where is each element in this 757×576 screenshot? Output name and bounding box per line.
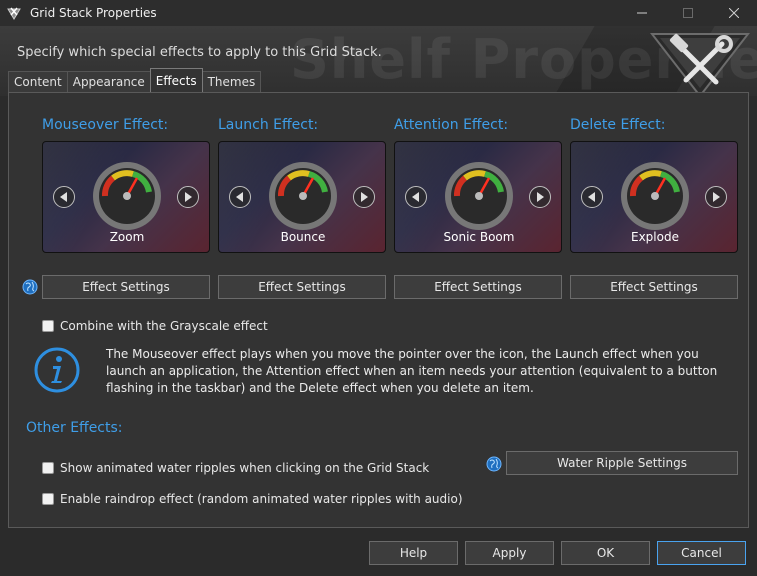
tab-themes[interactable]: Themes (201, 71, 262, 92)
delete-effect-value: Explode (631, 230, 679, 244)
raindrop-label: Enable raindrop effect (random animated … (60, 492, 463, 506)
attention-effect-label: Attention Effect: (394, 117, 509, 133)
cancel-button[interactable]: Cancel (657, 541, 746, 565)
mouseover-effect-label: Mouseover Effect: (42, 117, 169, 133)
launch-prev-button[interactable] (229, 186, 251, 208)
chevron-left-icon (60, 192, 67, 202)
tab-effects[interactable]: Effects (149, 68, 203, 92)
mouseover-prev-button[interactable] (53, 186, 75, 208)
delete-effect-preview[interactable]: Explode (570, 141, 738, 253)
dialog-footer: Help Apply OK Cancel (0, 532, 757, 576)
maximize-icon (683, 8, 693, 18)
help-button[interactable]: Help (369, 541, 458, 565)
grayscale-label: Combine with the Grayscale effect (60, 319, 268, 333)
mouseover-next-button[interactable] (177, 186, 199, 208)
minimize-button[interactable] (619, 0, 665, 26)
other-effects-heading: Other Effects: (26, 420, 123, 436)
tab-strip: Content Appearance Effects Themes (8, 68, 262, 92)
close-icon (729, 8, 739, 18)
tab-appearance[interactable]: Appearance (66, 71, 151, 92)
chevron-right-icon (713, 192, 720, 202)
water-ripples-option[interactable]: Show animated water ripples when clickin… (42, 461, 429, 475)
chevron-right-icon (361, 192, 368, 202)
mouseover-effect-settings-button[interactable]: Effect Settings (42, 275, 210, 299)
attention-effect-value: Sonic Boom (443, 230, 515, 244)
delete-effect-settings-button[interactable]: Effect Settings (570, 275, 738, 299)
globe-icon[interactable] (22, 279, 38, 295)
info-icon (33, 346, 81, 394)
raindrop-checkbox[interactable] (42, 493, 54, 505)
attention-next-button[interactable] (529, 186, 551, 208)
grayscale-option[interactable]: Combine with the Grayscale effect (42, 319, 268, 333)
effects-panel: Mouseover Effect: Zoom Launch Effect: Bo… (8, 92, 749, 528)
maximize-button[interactable] (665, 0, 711, 26)
attention-prev-button[interactable] (405, 186, 427, 208)
close-button[interactable] (711, 0, 757, 26)
banner-description: Specify which special effects to apply t… (17, 45, 382, 60)
launch-effect-label: Launch Effect: (218, 117, 319, 133)
mouseover-effect-value: Zoom (109, 230, 145, 244)
info-description: The Mouseover effect plays when you move… (106, 347, 718, 395)
grayscale-checkbox[interactable] (42, 320, 54, 332)
chevron-left-icon (236, 192, 243, 202)
gauge-icon (617, 156, 693, 232)
water-ripples-checkbox[interactable] (42, 462, 54, 474)
title-bar: Grid Stack Properties (0, 0, 757, 26)
apply-button[interactable]: Apply (465, 541, 554, 565)
minimize-icon (637, 12, 647, 14)
gauge-icon (89, 156, 165, 232)
launch-next-button[interactable] (353, 186, 375, 208)
chevron-right-icon (537, 192, 544, 202)
attention-effect-preview[interactable]: Sonic Boom (394, 141, 562, 253)
delete-prev-button[interactable] (581, 186, 603, 208)
launch-effect-settings-button[interactable]: Effect Settings (218, 275, 386, 299)
attention-effect-settings-button[interactable]: Effect Settings (394, 275, 562, 299)
tools-logo-icon (649, 26, 751, 96)
water-ripple-settings-button[interactable]: Water Ripple Settings (506, 451, 738, 475)
gauge-icon (265, 156, 341, 232)
mouseover-effect-preview[interactable]: Zoom (42, 141, 210, 253)
gauge-icon (441, 156, 517, 232)
tab-content[interactable]: Content (8, 71, 68, 92)
water-ripples-label: Show animated water ripples when clickin… (60, 461, 430, 475)
delete-effect-label: Delete Effect: (570, 117, 666, 133)
chevron-left-icon (412, 192, 419, 202)
window-title: Grid Stack Properties (30, 6, 157, 20)
launch-effect-preview[interactable]: Bounce (218, 141, 386, 253)
ok-button[interactable]: OK (561, 541, 650, 565)
app-icon (6, 5, 22, 21)
chevron-left-icon (588, 192, 595, 202)
raindrop-option[interactable]: Enable raindrop effect (random animated … (42, 492, 463, 506)
chevron-right-icon (185, 192, 192, 202)
delete-next-button[interactable] (705, 186, 727, 208)
launch-effect-value: Bounce (280, 230, 326, 244)
globe-icon[interactable] (486, 456, 502, 472)
